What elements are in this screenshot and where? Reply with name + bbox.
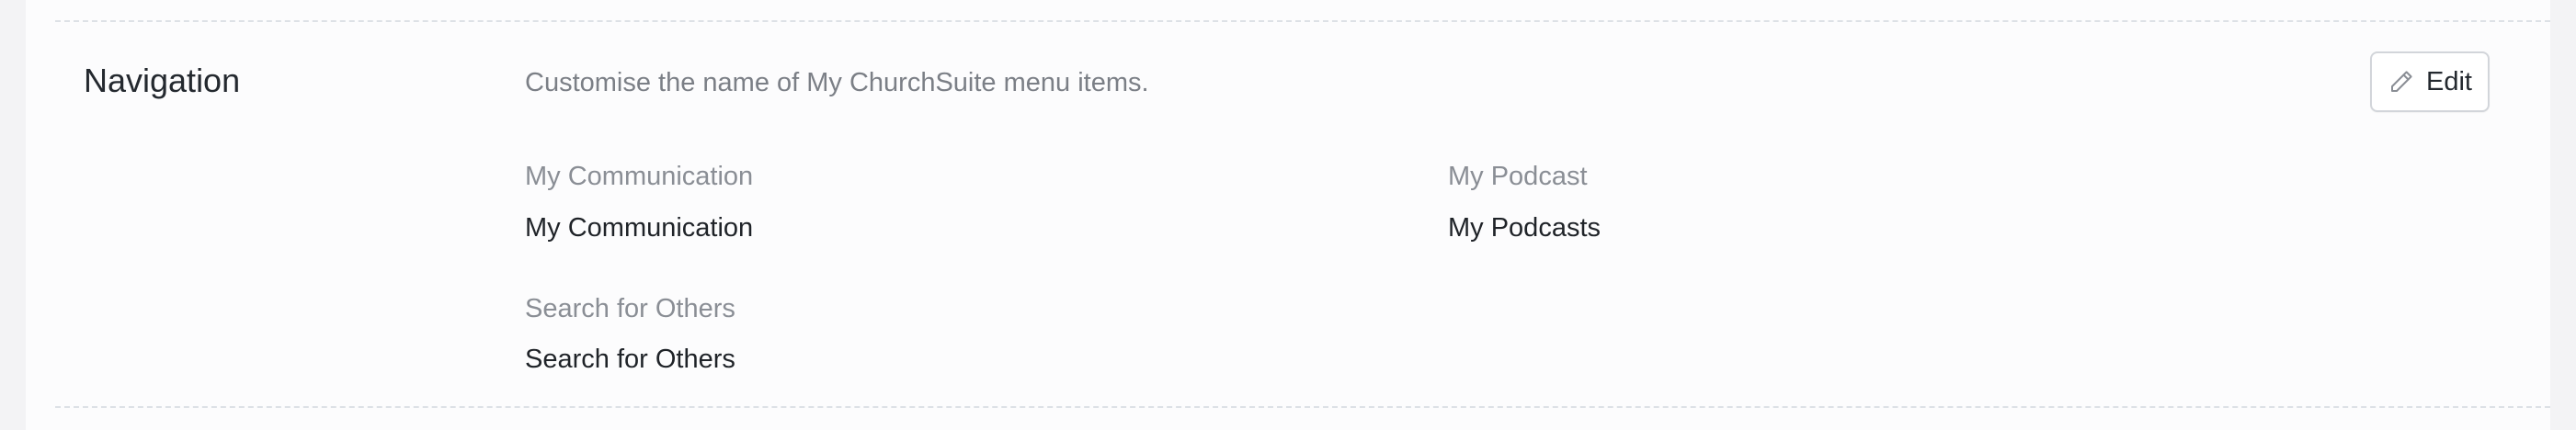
edit-button[interactable]: Edit: [2370, 51, 2490, 112]
section-title: Navigation: [84, 62, 241, 99]
top-divider: [55, 20, 2550, 22]
field-value-my-communication: My Communication: [525, 213, 754, 243]
section-description: Customise the name of My ChurchSuite men…: [525, 68, 1149, 97]
field-label-search-for-others: Search for Others: [525, 294, 735, 323]
field-value-search-for-others: Search for Others: [525, 345, 735, 374]
settings-panel: Navigation Customise the name of My Chur…: [26, 0, 2550, 430]
field-label-my-podcast: My Podcast: [1448, 162, 1588, 191]
field-value-my-podcast: My Podcasts: [1448, 213, 1601, 243]
pencil-icon: [2388, 68, 2415, 96]
field-label-my-communication: My Communication: [525, 162, 754, 191]
edit-button-label: Edit: [2426, 67, 2472, 96]
bottom-divider: [55, 406, 2550, 408]
